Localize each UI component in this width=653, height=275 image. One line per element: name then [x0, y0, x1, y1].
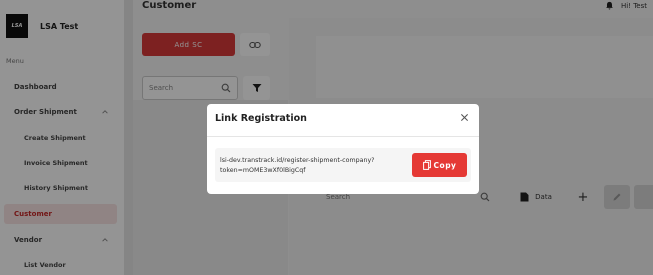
copy-icon	[422, 160, 431, 170]
modal-title: Link Registration	[215, 113, 307, 124]
modal-divider	[207, 136, 479, 137]
close-icon[interactable]	[460, 113, 469, 122]
registration-link-text: lsi-dev.transtrack.id/register-shipment-…	[220, 157, 375, 174]
copy-button[interactable]: Copy	[412, 153, 467, 177]
link-registration-modal: Link Registration lsi-dev.transtrack.id/…	[207, 104, 479, 194]
link-box: lsi-dev.transtrack.id/register-shipment-…	[215, 148, 471, 182]
copy-button-label: Copy	[433, 160, 457, 170]
